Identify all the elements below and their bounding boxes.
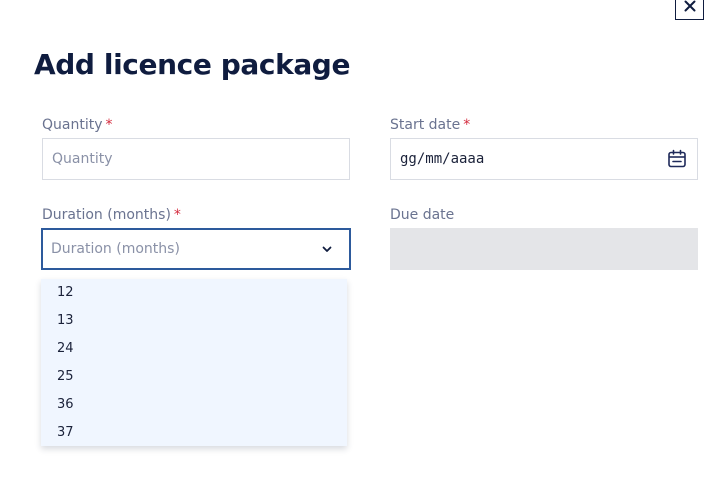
- dialog-title: Add licence package: [34, 48, 351, 81]
- close-icon: [684, 0, 695, 12]
- calendar-icon[interactable]: [667, 149, 687, 173]
- quantity-input[interactable]: Quantity: [42, 138, 350, 180]
- duration-select[interactable]: Duration (months): [41, 228, 351, 270]
- due-date-label: Due date: [390, 207, 454, 223]
- duration-placeholder: Duration (months): [51, 241, 180, 257]
- start-date-value: gg/mm/aaaa: [400, 151, 485, 167]
- start-date-label-text: Start date: [390, 117, 461, 133]
- add-licence-dialog: Add licence package Quantity * Quantity S…: [0, 0, 720, 502]
- duration-option[interactable]: 25: [41, 363, 347, 391]
- duration-option[interactable]: 12: [41, 279, 347, 307]
- required-mark: *: [463, 117, 471, 133]
- duration-label: Duration (months) *: [42, 207, 181, 223]
- chevron-down-icon: [321, 243, 333, 259]
- required-mark: *: [173, 207, 181, 223]
- required-mark: *: [105, 117, 113, 133]
- due-date-label-text: Due date: [390, 207, 455, 223]
- quantity-label: Quantity *: [42, 117, 113, 133]
- duration-option[interactable]: 24: [41, 335, 347, 363]
- duration-options-list: 12 13 24 25 36 37: [41, 279, 347, 446]
- start-date-label: Start date *: [390, 117, 470, 133]
- quantity-label-text: Quantity: [42, 117, 103, 133]
- duration-option[interactable]: 37: [41, 419, 347, 447]
- duration-option[interactable]: 36: [41, 391, 347, 419]
- due-date-input: [390, 228, 698, 270]
- duration-label-text: Duration (months): [42, 207, 171, 223]
- duration-option[interactable]: 13: [41, 307, 347, 335]
- start-date-input[interactable]: gg/mm/aaaa: [390, 138, 698, 180]
- close-button[interactable]: [675, 0, 704, 20]
- quantity-placeholder: Quantity: [52, 151, 113, 167]
